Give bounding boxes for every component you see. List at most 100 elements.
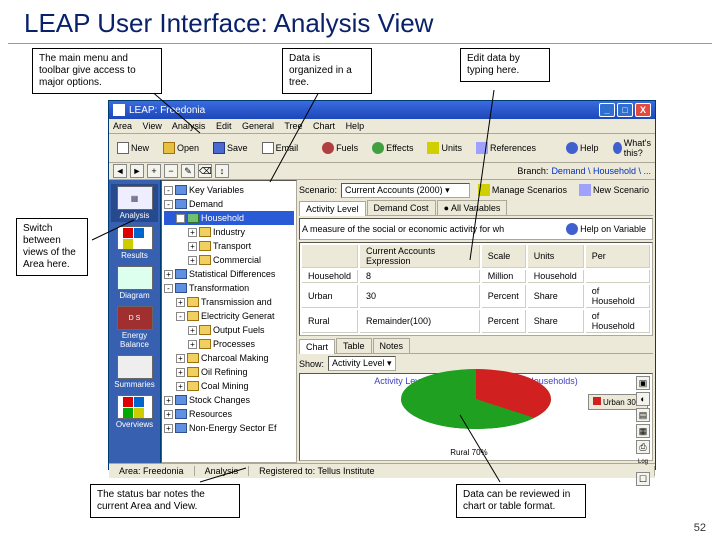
tab-table[interactable]: Table — [336, 338, 372, 353]
references-button[interactable]: References — [472, 140, 540, 156]
tree-node[interactable]: -Electricity Generat — [164, 309, 294, 323]
tab-all-variables[interactable]: ● All Variables — [437, 200, 508, 215]
cell[interactable]: Household — [528, 270, 584, 283]
table-row[interactable]: RuralRemainder(100)PercentShareof Househ… — [302, 310, 650, 333]
cell[interactable]: Household — [302, 270, 358, 283]
menu-chart[interactable]: Chart — [313, 121, 335, 131]
effects-button[interactable]: Effects — [368, 140, 417, 156]
cell[interactable]: Share — [528, 310, 584, 333]
tree-node[interactable]: +Charcoal Making — [164, 351, 294, 365]
new-scenario-button[interactable]: New Scenario — [575, 182, 653, 198]
remove-button[interactable]: − — [164, 164, 178, 178]
tree-node[interactable]: -Key Variables — [164, 183, 294, 197]
cell[interactable]: 30 — [360, 285, 480, 308]
expand-icon[interactable]: + — [188, 242, 197, 251]
menu-analysis[interactable]: Analysis — [172, 121, 206, 131]
data-table[interactable]: Current Accounts ExpressionScaleUnitsPer… — [299, 242, 653, 336]
new-button[interactable]: New — [113, 140, 153, 156]
tree-node[interactable]: -Demand — [164, 197, 294, 211]
chart-btn-1[interactable]: ▣ — [636, 376, 650, 390]
add-button[interactable]: + — [147, 164, 161, 178]
tree-node[interactable]: +Coal Mining — [164, 379, 294, 393]
chart-btn-5[interactable]: ⎙ — [636, 440, 650, 454]
chart-btn-2[interactable]: ◐ — [636, 392, 650, 406]
manage-scenarios-button[interactable]: Manage Scenarios — [474, 182, 571, 198]
help-on-variable-button[interactable]: Help on Variable — [562, 221, 650, 237]
nav-back-button[interactable]: ◄ — [113, 164, 127, 178]
close-button[interactable]: X — [635, 103, 651, 117]
col-header[interactable]: Current Accounts Expression — [360, 245, 480, 268]
expand-icon[interactable]: - — [164, 284, 173, 293]
email-button[interactable]: Email — [258, 140, 303, 156]
sort-button[interactable]: ↕ — [215, 164, 229, 178]
titlebar[interactable]: LEAP: Freedonia _ □ X — [109, 101, 655, 119]
tree-node[interactable]: +Processes — [164, 337, 294, 351]
col-header[interactable]: Per — [586, 245, 650, 268]
expand-icon[interactable]: - — [176, 312, 185, 321]
units-button[interactable]: Units — [423, 140, 466, 156]
expand-icon[interactable]: + — [176, 368, 185, 377]
table-row[interactable]: Urban30PercentShareof Household — [302, 285, 650, 308]
cell[interactable]: Percent — [482, 310, 526, 333]
branch-path[interactable]: Demand \ Household \ ... — [551, 166, 651, 176]
col-header[interactable]: Units — [528, 245, 584, 268]
tree-node[interactable]: +Output Fuels — [164, 323, 294, 337]
view-diagram[interactable]: Diagram — [111, 264, 158, 302]
menu-general[interactable]: General — [242, 121, 274, 131]
view-results[interactable]: Results — [111, 224, 158, 262]
expand-icon[interactable]: + — [176, 298, 185, 307]
cell[interactable]: Urban — [302, 285, 358, 308]
col-header[interactable] — [302, 245, 358, 268]
tab-chart[interactable]: Chart — [299, 339, 335, 354]
chart-btn-log[interactable]: ☐ — [636, 472, 650, 486]
cell[interactable]: Percent — [482, 285, 526, 308]
tab-demand-cost[interactable]: Demand Cost — [367, 200, 436, 215]
tab-activity-level[interactable]: Activity Level — [299, 201, 366, 216]
tree-node[interactable]: +Industry — [164, 225, 294, 239]
view-energy-balance[interactable]: D SEnergy Balance — [111, 304, 158, 351]
expand-icon[interactable]: + — [164, 270, 173, 279]
tree-node[interactable]: +Oil Refining — [164, 365, 294, 379]
show-select[interactable]: Activity Level ▾ — [328, 356, 396, 371]
tree-node[interactable]: +Stock Changes — [164, 393, 294, 407]
whats-this-button[interactable]: What's this? — [609, 136, 660, 160]
expand-icon[interactable]: + — [176, 354, 185, 363]
help-button[interactable]: Help — [562, 140, 603, 156]
view-analysis[interactable]: Analysis — [111, 184, 158, 222]
delete-button[interactable]: ⌫ — [198, 164, 212, 178]
expand-icon[interactable]: + — [188, 340, 197, 349]
menu-tree[interactable]: Tree — [284, 121, 302, 131]
cell[interactable]: Rural — [302, 310, 358, 333]
save-button[interactable]: Save — [209, 140, 252, 156]
menu-area[interactable]: Area — [113, 121, 132, 131]
tree-node[interactable]: +Commercial — [164, 253, 294, 267]
view-summaries[interactable]: Summaries — [111, 353, 158, 391]
cell[interactable]: Remainder(100) — [360, 310, 480, 333]
expand-icon[interactable]: + — [188, 326, 197, 335]
tree-node[interactable]: -Household — [164, 211, 294, 225]
tree-node[interactable]: +Resources — [164, 407, 294, 421]
expand-icon[interactable]: + — [164, 396, 173, 405]
tree-node[interactable]: -Transformation — [164, 281, 294, 295]
fuels-button[interactable]: Fuels — [318, 140, 362, 156]
cell[interactable]: 8 — [360, 270, 480, 283]
expand-icon[interactable]: - — [164, 200, 173, 209]
chart-btn-3[interactable]: ▤ — [636, 408, 650, 422]
tree-node[interactable]: +Non-Energy Sector Ef — [164, 421, 294, 435]
cell[interactable] — [586, 270, 650, 283]
scenario-select[interactable]: Current Accounts (2000) ▾ — [341, 183, 470, 198]
table-row[interactable]: Household8MillionHousehold — [302, 270, 650, 283]
tab-notes[interactable]: Notes — [373, 338, 411, 353]
minimize-button[interactable]: _ — [599, 103, 615, 117]
col-header[interactable]: Scale — [482, 245, 526, 268]
expand-icon[interactable]: - — [164, 186, 173, 195]
tree-node[interactable]: +Transport — [164, 239, 294, 253]
expand-icon[interactable]: + — [164, 410, 173, 419]
open-button[interactable]: Open — [159, 140, 203, 156]
expand-icon[interactable]: + — [164, 424, 173, 433]
tree-node[interactable]: +Statistical Differences — [164, 267, 294, 281]
menu-edit[interactable]: Edit — [216, 121, 232, 131]
chart-btn-4[interactable]: ▦ — [636, 424, 650, 438]
cell[interactable]: Million — [482, 270, 526, 283]
tree-node[interactable]: +Transmission and — [164, 295, 294, 309]
